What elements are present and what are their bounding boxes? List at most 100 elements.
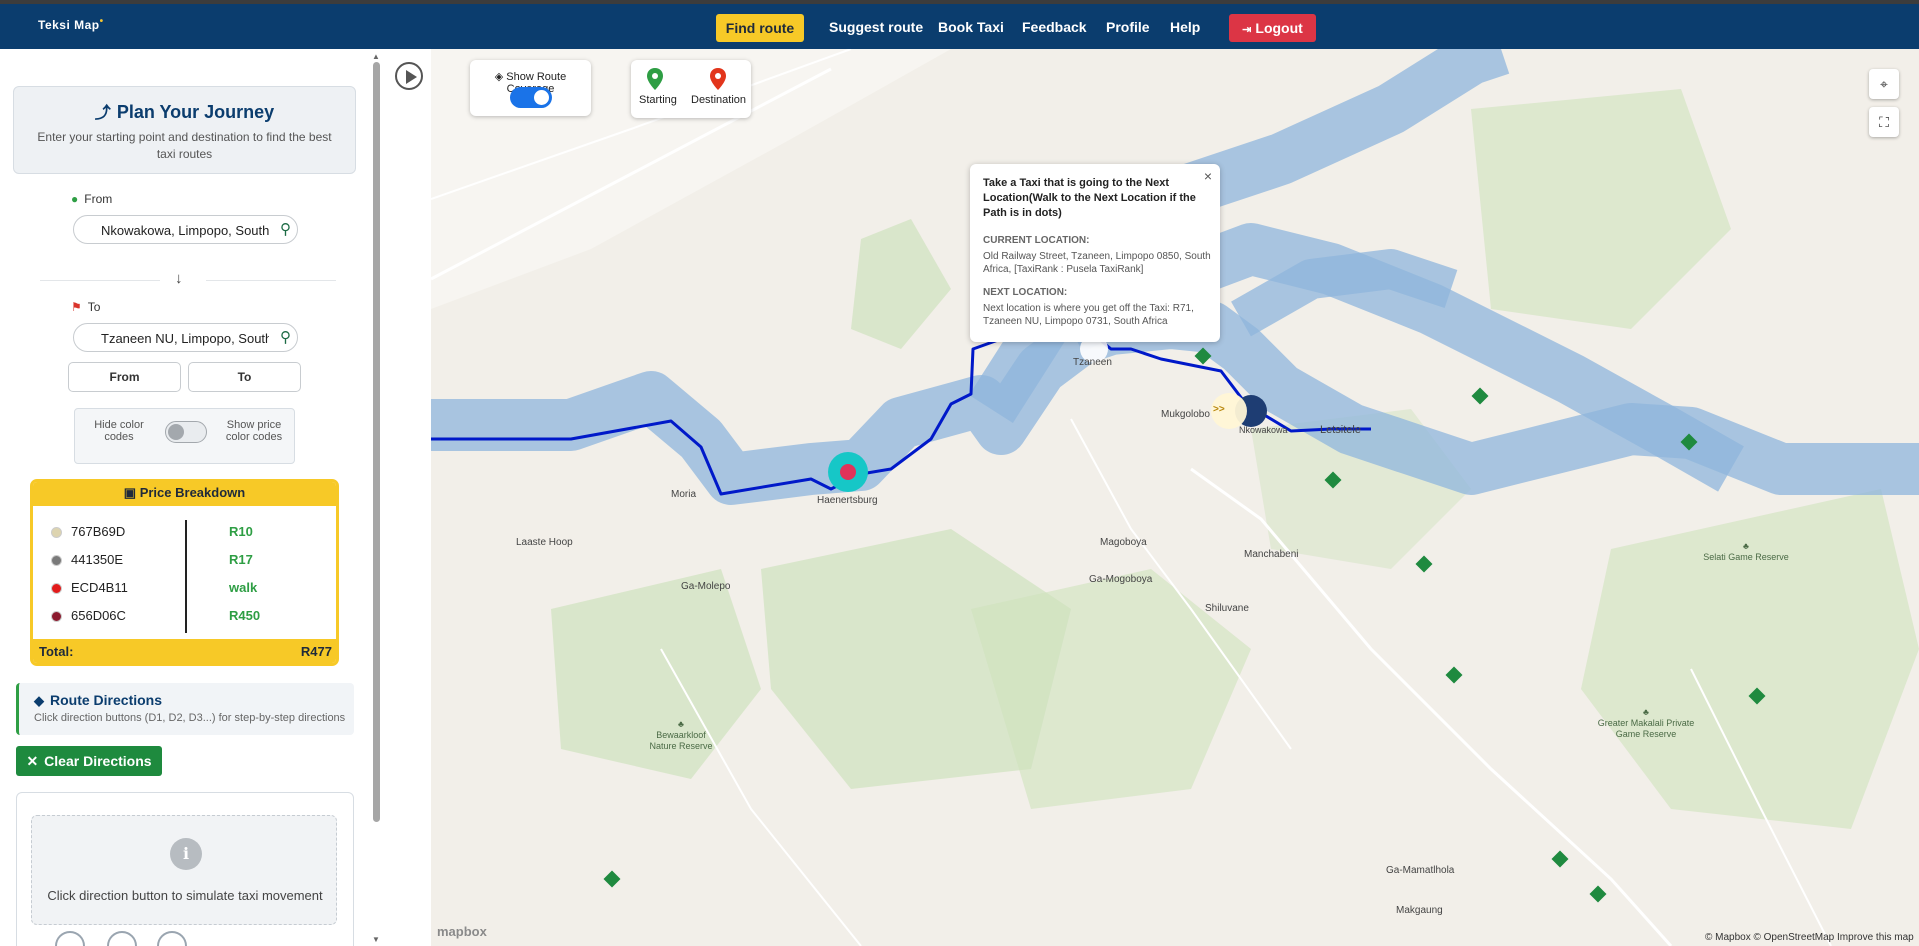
price-row: 441350E R17 xyxy=(33,548,333,570)
place-label: Tzaneen xyxy=(1073,357,1112,368)
route-directions-subtitle: Click direction buttons (D1, D2, D3...) … xyxy=(34,712,346,724)
park-label: ♣ Greater Makalali Private Game Reserve xyxy=(1591,707,1701,740)
logo-dot-icon: • xyxy=(99,16,104,27)
search-icon[interactable]: ⚲ xyxy=(280,328,291,346)
route-code: 656D06C xyxy=(71,608,126,623)
place-label: Shiluvane xyxy=(1205,603,1249,614)
price-breakdown-title: Price Breakdown xyxy=(139,485,246,500)
route-directions-title: ◆ Route Directions xyxy=(34,692,162,709)
plan-journey-card: ⤴ Plan Your Journey Enter your starting p… xyxy=(13,86,356,174)
hide-color-codes-label: Hide color codes xyxy=(94,419,144,443)
route-price: walk xyxy=(229,580,258,595)
directions-sign-icon: ◆ xyxy=(34,693,44,708)
logout-icon: ⇥ xyxy=(1242,24,1252,36)
popup-next-text: Next location is where you get off the T… xyxy=(983,303,1194,327)
switch-knob xyxy=(168,424,184,440)
road-shield-icon xyxy=(1551,850,1569,868)
start-marker-icon xyxy=(840,464,856,480)
marker-legend: Starting Destination xyxy=(631,60,751,118)
logout-button[interactable]: ⇥ Logout xyxy=(1229,14,1316,42)
place-label: Moria xyxy=(671,489,697,500)
taxi-marker-arrows[interactable]: >> xyxy=(1213,404,1225,415)
price-row: ECD4B11 walk xyxy=(33,576,333,598)
route-code: 767B69D xyxy=(71,524,126,539)
locate-me-icon[interactable]: ⌖ xyxy=(1869,69,1899,99)
route-icon: ⤴ xyxy=(94,105,111,122)
show-price-color-codes-label: Show price color codes xyxy=(225,419,283,443)
price-breakdown-header: ▣ Price Breakdown xyxy=(33,482,336,506)
pick-from-button[interactable]: From xyxy=(68,362,181,392)
plan-journey-title: ⤴ Plan Your Journey xyxy=(14,99,355,123)
color-codes-toggle-card: Hide color codes Show price color codes xyxy=(74,408,295,464)
to-input[interactable] xyxy=(101,329,269,347)
forest-area xyxy=(1471,89,1731,329)
clear-directions-button[interactable]: ✕ Clear Directions xyxy=(16,746,162,776)
nav-book-taxi[interactable]: Book Taxi xyxy=(938,19,1004,35)
route-directions-card: ◆ Route Directions Click direction button… xyxy=(16,683,354,735)
forest-area xyxy=(1581,489,1919,829)
route-step-popup: × Take a Taxi that is going to the Next … xyxy=(970,164,1220,342)
place-label: Nkowakowa xyxy=(1239,425,1288,435)
tree-icon: ♣ xyxy=(1743,541,1749,551)
pick-to-button[interactable]: To xyxy=(188,362,301,392)
direction-button[interactable] xyxy=(55,931,85,946)
place-label: Letsitele xyxy=(1320,424,1361,436)
scroll-down-arrow-icon[interactable]: ▼ xyxy=(372,935,380,944)
road-shield-icon xyxy=(1589,885,1607,903)
app-logo[interactable]: Teksi Map• xyxy=(38,16,104,32)
fullscreen-icon[interactable]: ⛶ xyxy=(1869,107,1899,137)
nav-profile[interactable]: Profile xyxy=(1106,19,1150,35)
road-shield-icon xyxy=(1415,555,1433,573)
price-row: 656D06C R450 xyxy=(33,604,333,626)
place-label: Manchabeni xyxy=(1244,549,1299,560)
nav-suggest-route[interactable]: Suggest route xyxy=(829,19,923,35)
place-label: Laaste Hoop xyxy=(516,537,573,548)
switch-knob xyxy=(534,90,549,105)
logout-label: Logout xyxy=(1255,20,1303,36)
tree-icon: ♣ xyxy=(1643,707,1649,717)
price-row: 767B69D R10 xyxy=(33,520,333,542)
route-price: R10 xyxy=(229,524,253,539)
sidebar-scroll-thumb[interactable] xyxy=(373,62,380,822)
route-directions-title-text: Route Directions xyxy=(50,692,163,708)
layers-icon: ◈ xyxy=(494,71,507,83)
direction-button[interactable] xyxy=(157,931,187,946)
simulation-placeholder: i Click direction button to simulate tax… xyxy=(31,815,337,925)
popup-current-text: Old Railway Street, Tzaneen, Limpopo 085… xyxy=(983,251,1211,275)
plan-journey-title-text: Plan Your Journey xyxy=(116,102,275,122)
scroll-up-arrow-icon[interactable]: ▲ xyxy=(372,52,380,61)
search-icon[interactable]: ⚲ xyxy=(280,220,291,238)
park-label: ♣ Bewaarkloof Nature Reserve xyxy=(646,719,716,752)
close-icon: ✕ xyxy=(26,753,39,769)
route-coverage-switch[interactable] xyxy=(510,87,552,108)
nav-help[interactable]: Help xyxy=(1170,19,1200,35)
to-field[interactable]: ⚲ xyxy=(73,323,298,352)
tree-icon: ♣ xyxy=(678,719,684,729)
color-codes-switch[interactable] xyxy=(165,421,207,443)
place-label: Haenertsburg xyxy=(817,495,878,506)
place-label: Magoboya xyxy=(1100,537,1147,548)
find-route-button[interactable]: Find route xyxy=(716,14,804,42)
popup-next-heading: NEXT LOCATION: xyxy=(983,287,1068,298)
to-label-text: To xyxy=(87,300,101,314)
route-price: R450 xyxy=(229,608,261,623)
color-dot xyxy=(51,555,62,566)
flag-icon: ⚑ xyxy=(71,300,82,314)
simulation-message: Click direction button to simulate taxi … xyxy=(47,888,323,903)
direction-button[interactable] xyxy=(107,931,137,946)
mapbox-logo[interactable]: mapbox xyxy=(437,924,487,939)
from-input[interactable] xyxy=(101,221,269,239)
place-label: Mukgolobo xyxy=(1161,409,1210,420)
from-field[interactable]: ⚲ xyxy=(73,215,298,244)
nav-feedback[interactable]: Feedback xyxy=(1022,19,1087,35)
total-label: Total: xyxy=(39,644,74,659)
place-label: Ga-Mogoboya xyxy=(1089,574,1153,585)
plan-journey-subtitle: Enter your starting point and destinatio… xyxy=(37,130,332,161)
map-attribution[interactable]: © Mapbox © OpenStreetMap Improve this ma… xyxy=(1705,932,1914,943)
popup-title: Take a Taxi that is going to the Next Lo… xyxy=(983,177,1196,219)
road-shield-icon xyxy=(603,870,621,888)
legend-destination-label: Destination xyxy=(691,94,747,106)
price-total-bar: Total: R477 xyxy=(33,639,336,663)
play-simulation-button[interactable] xyxy=(395,62,423,90)
play-icon xyxy=(406,70,417,84)
